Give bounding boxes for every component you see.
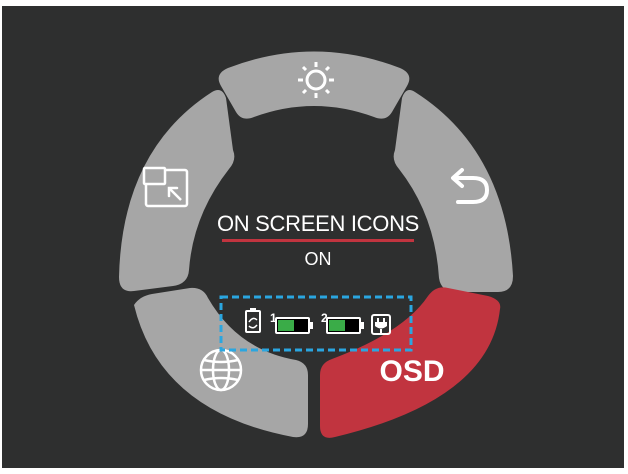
battery-2-icon (326, 317, 364, 334)
setting-value: ON (305, 249, 332, 269)
battery-swap-icon (245, 308, 261, 333)
screen: OSD ON SCREEN ICONS ON 1 2 (0, 0, 628, 474)
battery-1-icon (275, 317, 313, 334)
brightness-segment[interactable] (218, 51, 410, 119)
radial-menu: OSD ON SCREEN ICONS ON 1 2 (119, 51, 513, 438)
setting-title: ON SCREEN ICONS (217, 211, 419, 236)
osd-label: OSD (379, 355, 444, 388)
back-segment[interactable] (393, 90, 513, 292)
title-underline (222, 239, 414, 242)
pip-segment[interactable] (119, 90, 235, 292)
power-plug-icon (371, 314, 391, 335)
